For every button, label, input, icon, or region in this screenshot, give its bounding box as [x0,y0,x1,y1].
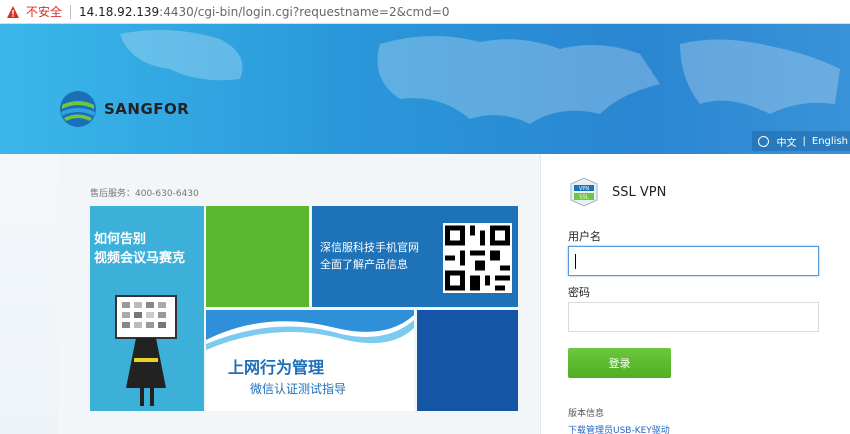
security-status[interactable]: 不安全 [26,3,62,20]
vpn-badge-bottom: SSL [579,195,588,201]
brand-name: SANGFOR [104,100,190,118]
tile1-line2: 视频会议马赛克 [94,251,186,266]
globe-logo-icon [60,91,96,127]
vpn-badge-top: VPN [579,186,589,192]
promo-panel: 售后服务：400-630-6430 如何告别 视频会议马赛克 深信服科技手机官网… [58,154,541,434]
warning-icon [7,5,19,18]
divider [70,4,72,19]
content-area: 售后服务：400-630-6430 如何告别 视频会议马赛克 深信服科技手机官网… [0,154,850,434]
tile4-line1: 上网行为管理 [228,358,325,377]
globe-icon [757,135,769,147]
password-input[interactable] [568,302,819,332]
person-monitor-illustration [115,295,177,406]
login-header: VPN SSL SSL VPN [568,176,666,208]
password-label: 密码 [568,286,590,299]
tile3-line1: 深信服科技手机官网 [320,241,419,254]
promo-tile-video-conference[interactable]: 如何告别 视频会议马赛克 [90,206,204,411]
promo-tile-green[interactable] [206,206,309,307]
tile4-line2: 微信认证测试指导 [250,382,347,396]
url-host[interactable]: 14.18.92.139 [79,5,159,19]
promo-tile-behavior-management[interactable]: 上网行为管理 微信认证测试指导 [206,310,414,411]
download-usbkey-driver-link[interactable]: 下载管理员USB-KEY驱动 [568,423,670,434]
login-title: SSL VPN [612,184,667,200]
language-separator: | [802,135,806,147]
language-chinese[interactable]: 中文 [777,134,797,149]
sangfor-logo: SANGFOR [58,89,189,129]
promo-tile-blue[interactable] [417,310,518,411]
version-info-link[interactable]: 版本信息 [568,406,604,419]
language-switcher: 中文 | English [751,131,850,151]
qr-code [443,223,512,293]
promo-tile-mobile-site[interactable]: 深信服科技手机官网 全面了解产品信息 [312,206,518,307]
text-caret [575,254,576,269]
login-panel: VPN SSL SSL VPN 用户名 密码 登录 版本信息 下载管理员USB-… [541,154,850,434]
service-hotline: 售后服务：400-630-6430 [90,189,199,199]
username-input[interactable] [568,246,819,276]
language-english[interactable]: English [812,136,848,147]
username-label: 用户名 [568,230,601,243]
url-path[interactable]: :4430/cgi-bin/login.cgi?requestname=2&cm… [159,5,449,19]
tile3-line2: 全面了解产品信息 [320,258,408,271]
address-bar[interactable]: 不安全 14.18.92.139 :4430/cgi-bin/login.cgi… [0,0,850,24]
tile1-line1: 如何告别 [94,232,147,247]
login-button[interactable]: 登录 [568,348,671,378]
ssl-vpn-icon: VPN SSL [570,177,598,207]
